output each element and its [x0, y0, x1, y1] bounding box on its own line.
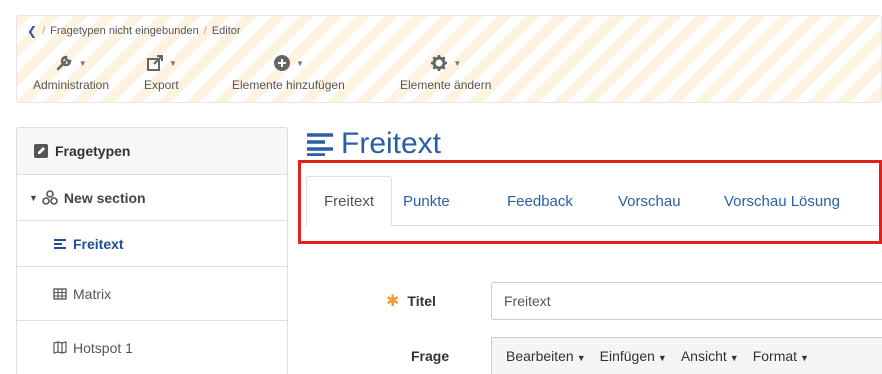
add-elements-button[interactable]: ▼ Elemente hinzufügen [232, 54, 345, 92]
sidebar-item-hotspot[interactable]: Hotspot 1 [16, 321, 288, 374]
edit-icon [34, 144, 48, 158]
menu-bearbeiten[interactable]: Bearbeiten ▼ [506, 348, 586, 364]
menu-format[interactable]: Format ▼ [753, 348, 809, 364]
sidebar: Fragetypen ▼ New section Freitext Matrix… [16, 127, 288, 374]
caret-down-icon: ▼ [657, 353, 667, 363]
breadcrumb-item-parent[interactable]: Fragetypen nicht eingebunden [50, 25, 199, 37]
breadcrumb: ❮ / Fragetypen nicht eingebunden / Edito… [27, 24, 241, 38]
tab-punkte[interactable]: Punkte [403, 176, 450, 226]
caret-down-icon: ▼ [729, 353, 739, 363]
tab-feedback[interactable]: Feedback [507, 176, 573, 226]
question-label: Frage [411, 348, 450, 364]
sidebar-item-matrix[interactable]: Matrix [16, 267, 288, 321]
title-label: ✱ Titel [386, 293, 436, 310]
caret-down-icon: ▼ [78, 58, 87, 68]
caret-down-icon[interactable]: ▼ [29, 193, 38, 203]
sidebar-section-label: New section [63, 189, 146, 206]
menu-ansicht[interactable]: Ansicht ▼ [681, 348, 739, 364]
title-input[interactable]: Freitext [491, 282, 882, 320]
required-asterisk-icon: ✱ [386, 293, 400, 310]
sitemap-icon [42, 189, 58, 205]
export-button[interactable]: ▼ Export [144, 54, 179, 92]
editor-toolbar: ❮ / Fragetypen nicht eingebunden / Edito… [16, 15, 882, 103]
page-title-text: Freitext [341, 127, 442, 160]
tab-vorschau-loesung[interactable]: Vorschau Lösung [724, 176, 840, 226]
sidebar-item-label: Freitext [73, 235, 124, 252]
page-title: Freitext [305, 127, 441, 161]
tab-freitext[interactable]: Freitext [306, 176, 393, 226]
sidebar-header-label: Fragetypen [55, 143, 131, 159]
title-input-value: Freitext [504, 293, 551, 309]
editor-menubar: Bearbeiten ▼ Einfügen ▼ Ansicht ▼ Format ▼ [491, 337, 882, 374]
wrench-icon: ▼ [33, 54, 109, 76]
share-icon: ▼ [144, 54, 179, 76]
sidebar-item-freitext[interactable]: Freitext [16, 221, 288, 267]
caret-down-icon: ▼ [296, 58, 304, 68]
align-left-icon [307, 133, 333, 156]
change-elements-button[interactable]: ▼ Elemente ändern [400, 54, 491, 92]
caret-down-icon: ▼ [800, 353, 809, 363]
caret-down-icon: ▼ [169, 58, 177, 68]
breadcrumb-item-current: Editor [211, 25, 241, 37]
sidebar-item-label: Matrix [73, 285, 112, 302]
plus-circle-icon: ▼ [232, 54, 345, 76]
map-icon [53, 341, 67, 354]
caret-down-icon: ▼ [453, 58, 462, 68]
menu-einfuegen[interactable]: Einfügen ▼ [600, 348, 667, 364]
tab-vorschau[interactable]: Vorschau [618, 176, 681, 226]
back-chevron-icon[interactable]: ❮ [27, 24, 37, 38]
caret-down-icon: ▼ [576, 353, 586, 363]
administration-button[interactable]: ▼ Administration [33, 54, 109, 92]
gear-icon: ▼ [400, 54, 491, 76]
table-icon [53, 287, 67, 300]
sidebar-header[interactable]: Fragetypen [16, 127, 288, 175]
sidebar-item-label: Hotspot 1 [73, 339, 133, 356]
align-left-icon [54, 238, 66, 249]
sidebar-section[interactable]: ▼ New section [16, 175, 288, 221]
